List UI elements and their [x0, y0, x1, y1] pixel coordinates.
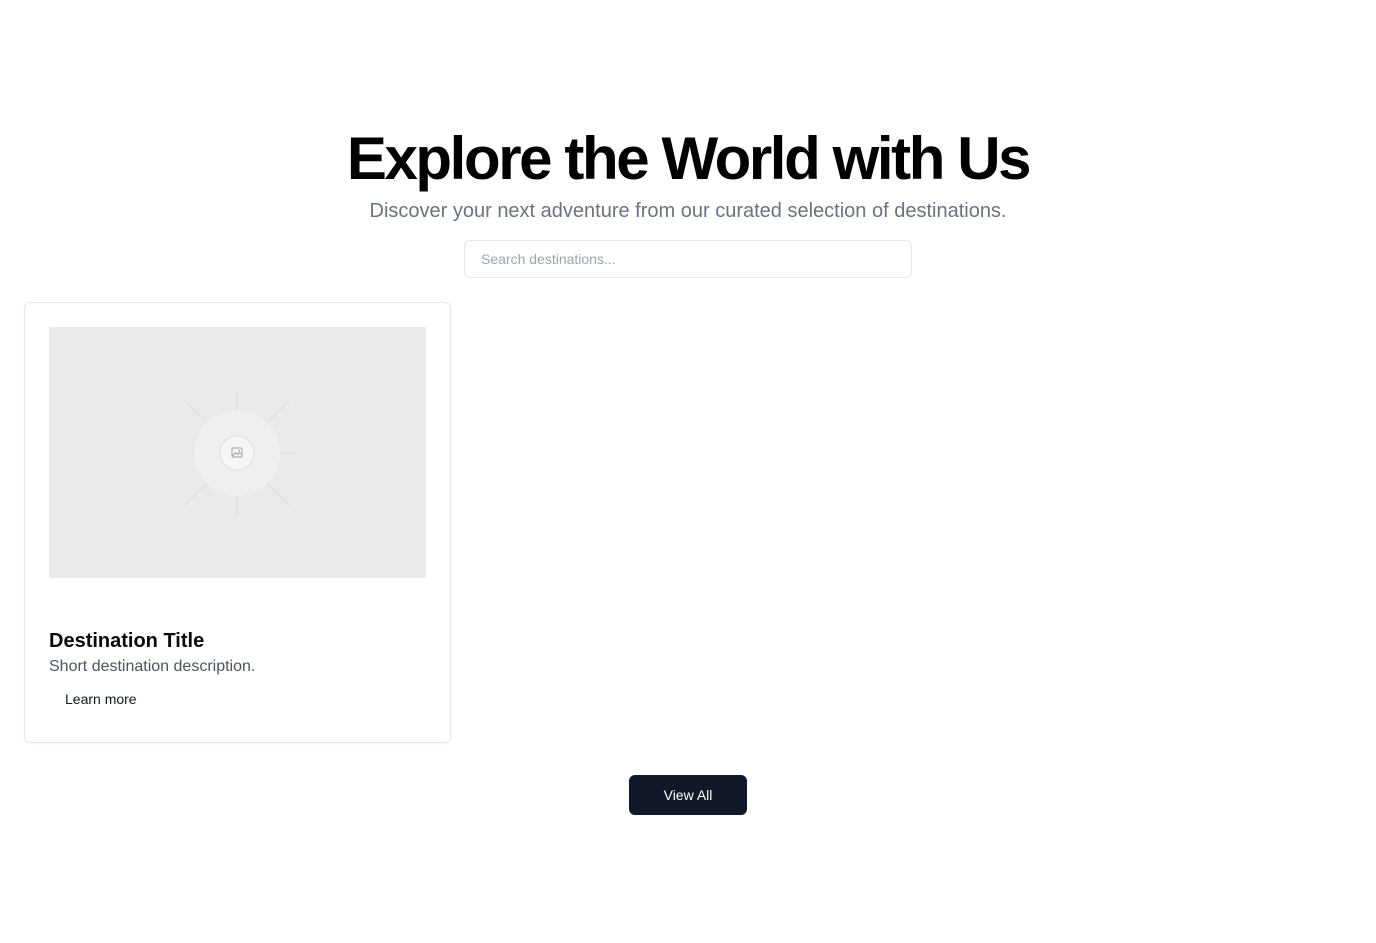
destination-image-placeholder: [49, 327, 426, 578]
image-placeholder-icon: [184, 392, 294, 515]
destination-description: Short destination description.: [49, 658, 256, 675]
destination-card: Destination Title Short destination desc…: [24, 302, 451, 743]
page: Explore the World with Us Discover your …: [0, 0, 1376, 943]
hero-section: Explore the World with Us Discover your …: [0, 126, 1376, 224]
destination-title: Destination Title: [49, 630, 205, 652]
page-title: Explore the World with Us: [346, 125, 1032, 192]
search-input[interactable]: [464, 240, 912, 278]
view-all-button[interactable]: View All: [629, 775, 747, 815]
learn-more-button[interactable]: Learn more: [49, 685, 153, 713]
page-subtitle: Discover your next adventure from our cu…: [369, 200, 1007, 222]
